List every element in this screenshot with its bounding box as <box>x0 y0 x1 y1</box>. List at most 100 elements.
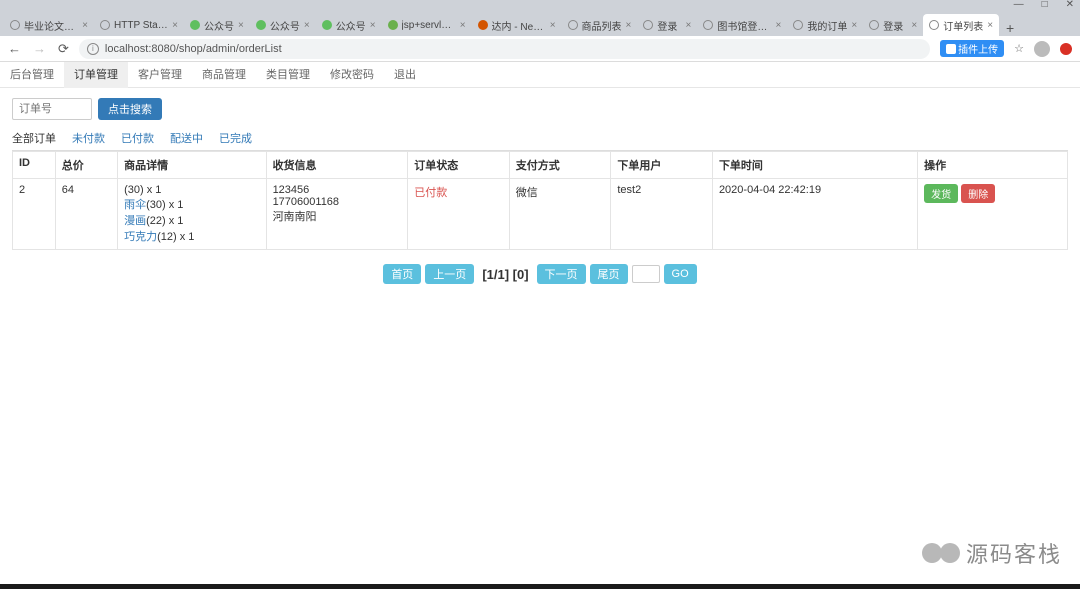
goods-link[interactable]: 漫画 <box>124 215 146 227</box>
column-header: 订单状态 <box>408 152 510 179</box>
column-header: 下单用户 <box>611 152 713 179</box>
watermark-logo-icon <box>918 543 960 563</box>
address-bar: ← → ⟳ i localhost:8080/shop/admin/orderL… <box>0 36 1080 62</box>
browser-tab[interactable]: jsp+servle…× <box>382 14 472 36</box>
filter-tab[interactable]: 未付款 <box>72 130 105 146</box>
filter-tab[interactable]: 配送中 <box>170 130 203 146</box>
filter-tab[interactable]: 已完成 <box>219 130 252 146</box>
tab-close-icon[interactable]: × <box>238 20 244 31</box>
browser-tab[interactable]: HTTP Stat… × <box>94 14 184 36</box>
nav-back-icon[interactable]: ← <box>8 41 21 57</box>
tab-title: 商品列表 <box>582 18 622 33</box>
tab-close-icon[interactable]: × <box>987 20 993 31</box>
browser-tab[interactable]: 达内 - Net…× <box>472 14 562 36</box>
new-tab-button[interactable]: + <box>999 20 1021 36</box>
tab-title: 我的订单 <box>807 18 847 33</box>
filter-tab[interactable]: 已付款 <box>121 130 154 146</box>
menu-item[interactable]: 商品管理 <box>192 62 256 88</box>
browser-tab[interactable]: 毕业论文整…× <box>4 14 94 36</box>
ship-line: 河南南阳 <box>273 208 402 224</box>
goods-line: 巧克力(12) x 1 <box>124 228 259 244</box>
taskbar <box>0 584 1080 589</box>
menu-item[interactable]: 退出 <box>384 62 426 88</box>
browser-tab[interactable]: 公众号 × <box>316 14 382 36</box>
goods-qty: (30) x 1 <box>124 184 161 196</box>
delete-button[interactable]: 删除 <box>961 184 995 203</box>
tab-close-icon[interactable]: × <box>686 20 692 31</box>
globe-icon <box>869 20 879 30</box>
ship-line: 17706001168 <box>273 196 402 208</box>
ship-button[interactable]: 发货 <box>924 184 958 203</box>
goods-link[interactable]: 雨伞 <box>124 199 146 211</box>
globe-icon <box>100 20 110 30</box>
nav-reload-icon[interactable]: ⟳ <box>58 41 69 57</box>
search-button[interactable]: 点击搜索 <box>98 98 162 120</box>
window-minimize-icon[interactable]: — <box>1014 0 1024 10</box>
browser-tab[interactable]: 图书馆登录…× <box>697 14 787 36</box>
url-field[interactable]: i localhost:8080/shop/admin/orderList <box>79 39 930 59</box>
filter-tabs: 全部订单未付款已付款配送中已完成 <box>12 130 1068 151</box>
filter-tab[interactable]: 全部订单 <box>12 130 56 146</box>
pager-first-button[interactable]: 首页 <box>383 264 421 284</box>
order-id-input[interactable] <box>12 98 92 120</box>
browser-tab[interactable]: 商品列表 × <box>562 14 638 36</box>
tab-close-icon[interactable]: × <box>172 20 178 31</box>
menu-item[interactable]: 修改密码 <box>320 62 384 88</box>
profile-avatar-icon[interactable] <box>1034 41 1050 57</box>
menu-item[interactable]: 类目管理 <box>256 62 320 88</box>
browser-tab[interactable]: 公众号 × <box>250 14 316 36</box>
pager-prev-button[interactable]: 上一页 <box>425 264 474 284</box>
menu-item[interactable]: 后台管理 <box>0 62 64 88</box>
globe-icon <box>793 20 803 30</box>
goods-qty: (22) x 1 <box>146 215 183 227</box>
menu-item[interactable]: 客户管理 <box>128 62 192 88</box>
window-maximize-icon[interactable]: □ <box>1042 0 1048 10</box>
url-text: localhost:8080/shop/admin/orderList <box>105 43 282 55</box>
cell-time: 2020-04-04 22:42:19 <box>712 179 917 250</box>
cell-id: 2 <box>13 179 56 250</box>
wechat-icon <box>322 20 332 30</box>
tab-close-icon[interactable]: × <box>776 20 782 31</box>
tab-title: 订单列表 <box>943 18 983 33</box>
cell-total: 64 <box>55 179 117 250</box>
tab-close-icon[interactable]: × <box>626 20 632 31</box>
tab-title: 公众号 <box>270 18 300 33</box>
browser-tab[interactable]: 登录× <box>863 14 923 36</box>
bookmark-star-icon[interactable]: ☆ <box>1014 42 1024 55</box>
pager-last-button[interactable]: 尾页 <box>590 264 628 284</box>
pager-page-input[interactable] <box>632 265 660 283</box>
column-header: 商品详情 <box>118 152 266 179</box>
goods-line: 雨伞(30) x 1 <box>124 196 259 212</box>
watermark: 源码客栈 <box>918 537 1062 569</box>
browser-tab[interactable]: 订单列表 × <box>923 14 999 36</box>
goods-line: 漫画(22) x 1 <box>124 212 259 228</box>
window-close-icon[interactable]: ✕ <box>1066 0 1074 10</box>
tab-close-icon[interactable]: × <box>851 20 857 31</box>
tab-title: HTTP Stat… <box>114 20 168 31</box>
browser-tab[interactable]: 我的订单 × <box>787 14 863 36</box>
tab-title: 公众号 <box>336 18 366 33</box>
notification-dot-icon[interactable] <box>1060 43 1072 55</box>
menu-item[interactable]: 订单管理 <box>64 62 128 88</box>
site-info-icon[interactable]: i <box>87 43 99 55</box>
nav-forward-icon[interactable]: → <box>33 41 46 57</box>
pager-next-button[interactable]: 下一页 <box>537 264 586 284</box>
browser-tab[interactable]: 登录× <box>637 14 697 36</box>
tab-close-icon[interactable]: × <box>304 20 310 31</box>
cell-actions: 发货 删除 <box>918 179 1068 250</box>
tab-close-icon[interactable]: × <box>82 20 88 31</box>
globe-icon <box>643 20 653 30</box>
pager: 首页 上一页 [1/1] [0] 下一页 尾页 GO <box>12 264 1068 284</box>
cell-goods: (30) x 1雨伞(30) x 1漫画(22) x 1巧克力(12) x 1 <box>118 179 266 250</box>
tab-close-icon[interactable]: × <box>370 20 376 31</box>
column-header: ID <box>13 152 56 179</box>
tab-close-icon[interactable]: × <box>911 20 917 31</box>
tab-close-icon[interactable]: × <box>550 20 556 31</box>
extension-badge[interactable]: 插件上传 <box>940 40 1004 57</box>
column-header: 下单时间 <box>712 152 917 179</box>
browser-tab[interactable]: 公众号× <box>184 14 250 36</box>
goods-link[interactable]: 巧克力 <box>124 231 157 243</box>
tab-close-icon[interactable]: × <box>460 20 466 31</box>
cell-ship: 12345617706001168河南南阳 <box>266 179 408 250</box>
pager-go-button[interactable]: GO <box>664 264 697 284</box>
